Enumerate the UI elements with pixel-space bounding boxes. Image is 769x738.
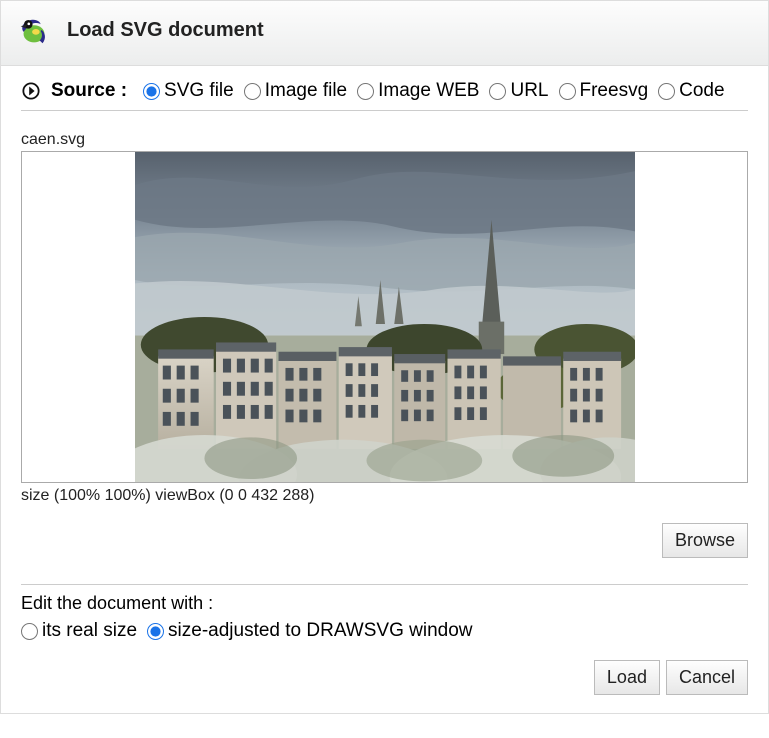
load-svg-dialog: Load SVG document Source : SVG file Imag… [0, 0, 769, 714]
source-option-imageweb[interactable]: Image WEB [357, 80, 479, 102]
edit-option-label: size-adjusted to DRAWSVG window [168, 620, 472, 642]
edit-option-realsize[interactable]: its real size [21, 620, 137, 642]
source-option-label: Code [679, 80, 724, 102]
edit-option-adjusted[interactable]: size-adjusted to DRAWSVG window [147, 620, 472, 642]
source-radio-url[interactable] [489, 83, 506, 100]
dialog-title: Load SVG document [67, 19, 264, 42]
edit-option-label: its real size [42, 620, 137, 642]
source-radio-code[interactable] [658, 83, 675, 100]
source-option-freesvg[interactable]: Freesvg [559, 80, 649, 102]
file-name-label: caen.svg [21, 131, 748, 149]
source-radio-svgfile[interactable] [143, 83, 160, 100]
dialog-body: Source : SVG file Image file Image WEB U… [1, 66, 768, 713]
browse-button[interactable]: Browse [662, 523, 748, 558]
cancel-button[interactable]: Cancel [666, 660, 748, 695]
app-logo-icon [15, 11, 53, 49]
source-option-imagefile[interactable]: Image file [244, 80, 347, 102]
source-option-url[interactable]: URL [489, 80, 548, 102]
source-option-label: URL [510, 80, 548, 102]
source-radio-imageweb[interactable] [357, 83, 374, 100]
source-radio-imagefile[interactable] [244, 83, 261, 100]
source-radio-freesvg[interactable] [559, 83, 576, 100]
edit-options-row: its real size size-adjusted to DRAWSVG w… [21, 620, 748, 642]
svg-preview-image [135, 152, 635, 482]
file-meta-label: size (100% 100%) viewBox (0 0 432 288) [21, 487, 748, 505]
svg-preview-box [21, 151, 748, 483]
edit-section-label: Edit the document with : [21, 593, 748, 614]
source-option-code[interactable]: Code [658, 80, 724, 102]
dialog-titlebar: Load SVG document [1, 1, 768, 66]
chevron-right-icon [21, 81, 41, 101]
source-option-label: Freesvg [580, 80, 649, 102]
edit-radio-adjusted[interactable] [147, 623, 164, 640]
source-option-label: Image WEB [378, 80, 479, 102]
source-label: Source : [51, 80, 127, 102]
section-divider [21, 584, 748, 585]
browse-row: Browse [21, 523, 748, 558]
edit-radio-realsize[interactable] [21, 623, 38, 640]
source-option-svgfile[interactable]: SVG file [143, 80, 234, 102]
source-option-label: Image file [265, 80, 347, 102]
source-option-label: SVG file [164, 80, 234, 102]
dialog-actions: Load Cancel [21, 660, 748, 695]
load-button[interactable]: Load [594, 660, 660, 695]
source-row: Source : SVG file Image file Image WEB U… [21, 80, 748, 111]
